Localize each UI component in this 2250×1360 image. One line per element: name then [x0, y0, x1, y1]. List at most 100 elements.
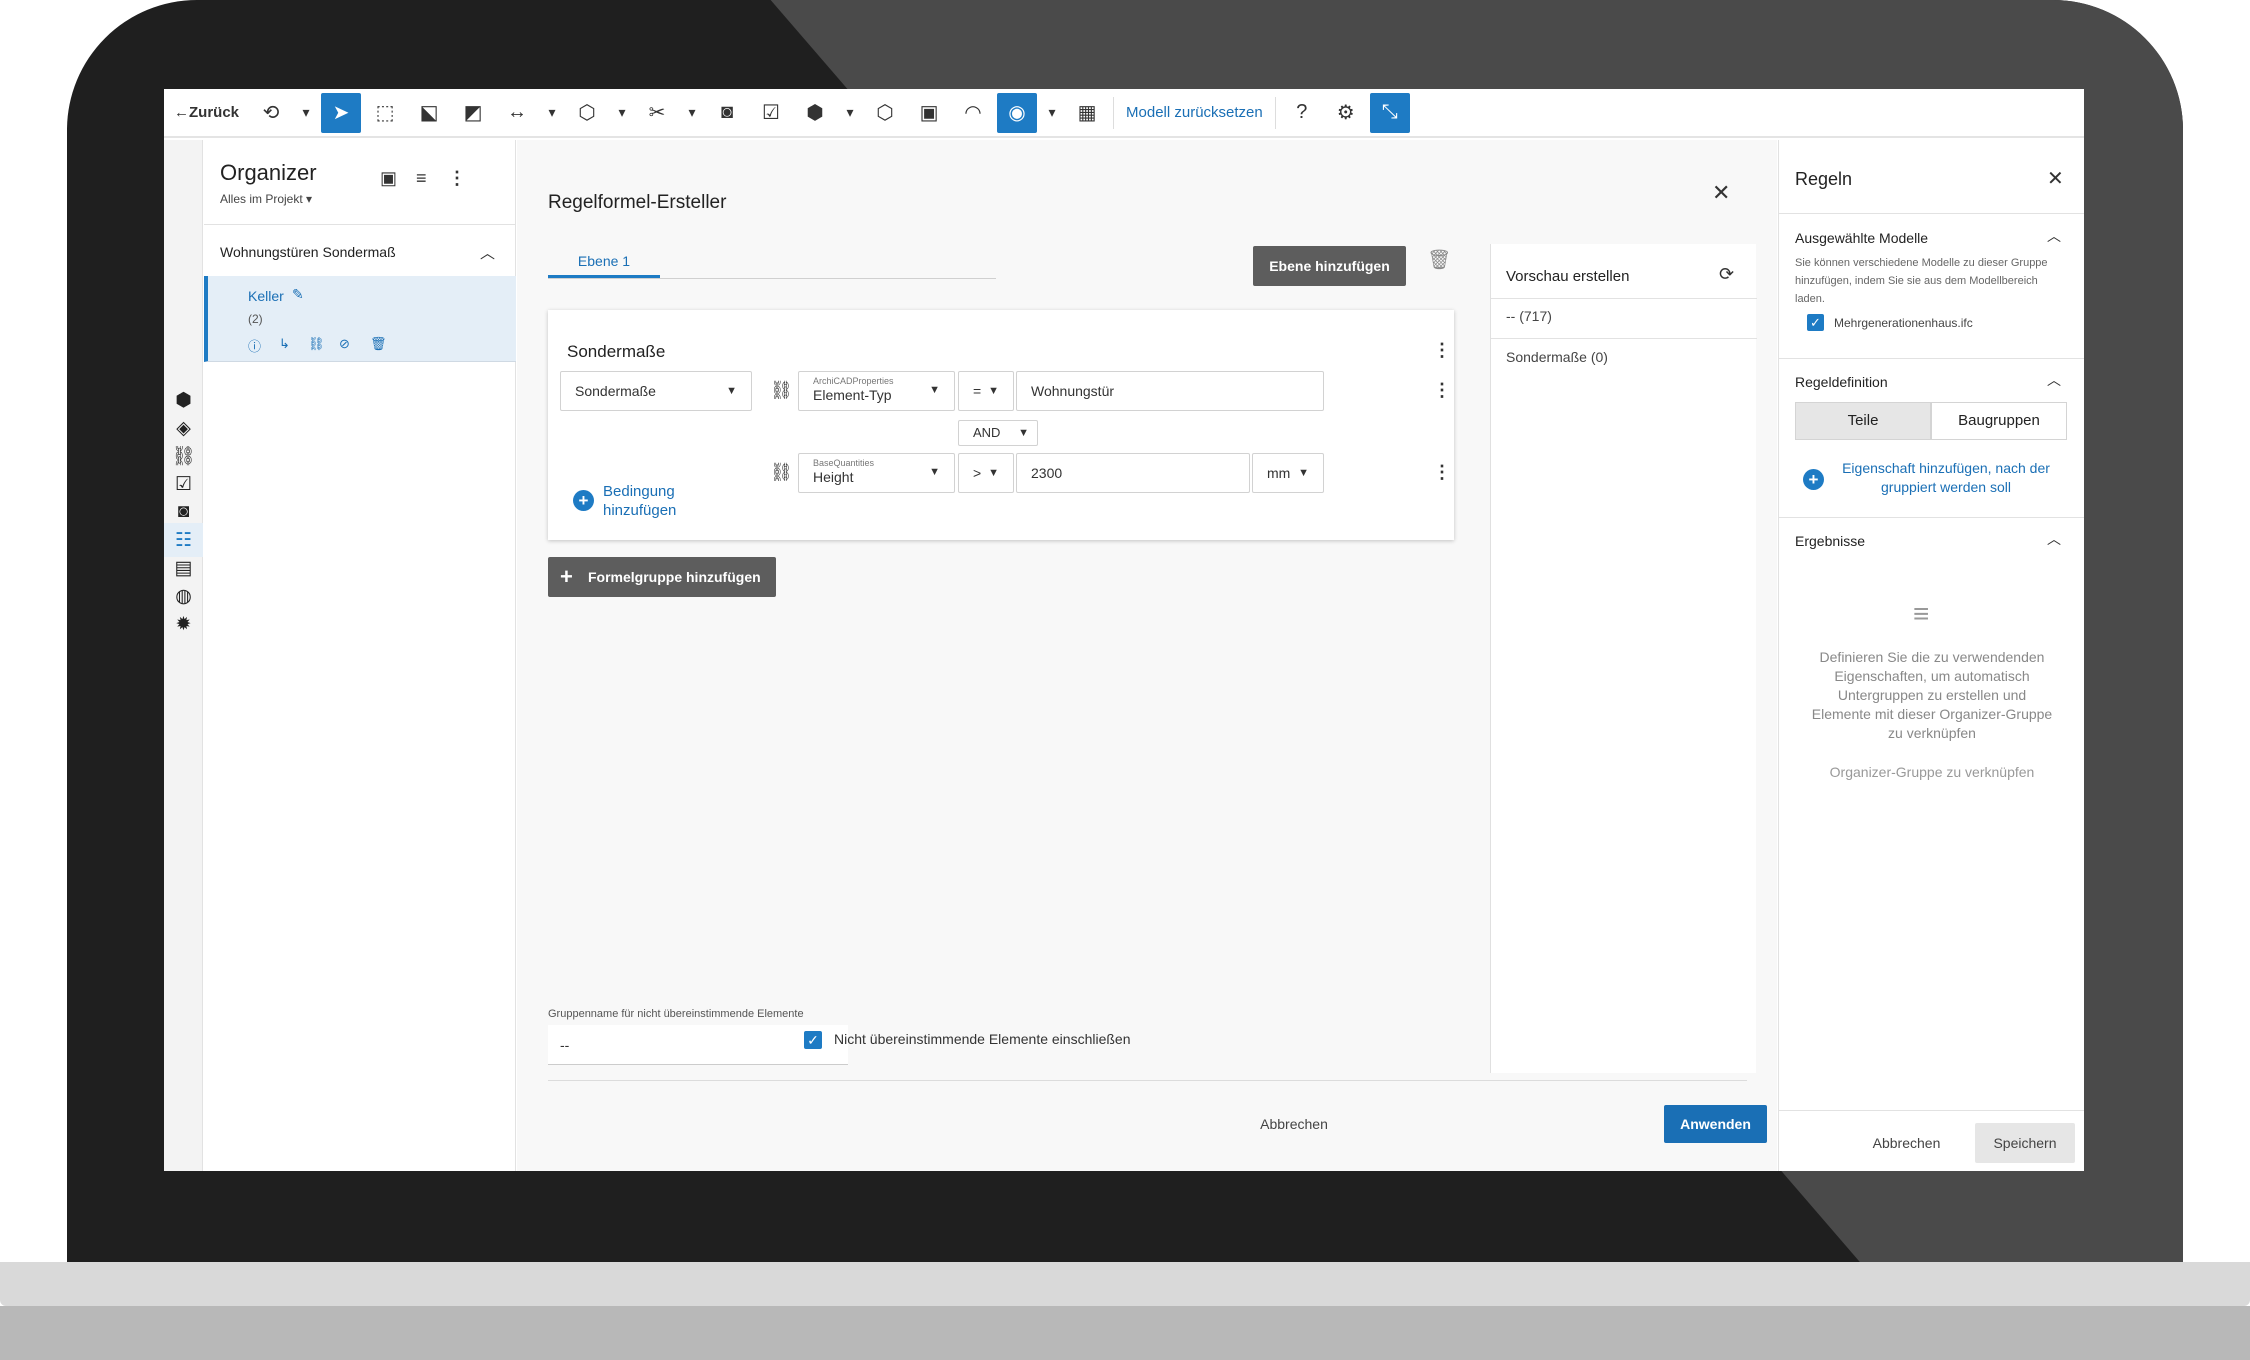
value-input-2[interactable]: 2300 [1016, 453, 1250, 493]
shape-icon[interactable]: ⬡ [567, 93, 607, 133]
unlink-icon[interactable]: ⊘ [339, 336, 350, 352]
results-link-text: Organizer-Gruppe zu verknüpfen [1829, 764, 2035, 780]
chevron-up-icon[interactable]: ︿ [2047, 370, 2061, 390]
ghost-icon[interactable]: ◠ [953, 93, 993, 133]
cube-outline-icon[interactable]: ⬡ [865, 93, 905, 133]
camera-add-icon[interactable]: ◙ [707, 93, 747, 133]
cube-dropdown-icon[interactable]: ▾ [839, 93, 861, 133]
logic-operator-value: AND [973, 425, 1001, 440]
operator-select-1[interactable]: = ▼ [958, 371, 1014, 411]
preview-title: Vorschau erstellen [1506, 268, 1630, 285]
toggle-parts[interactable]: Teile [1795, 402, 1931, 440]
scope-label: Alles im Projekt [220, 192, 303, 206]
close-icon[interactable]: ✕ [2047, 166, 2064, 191]
tab-ebene-1[interactable]: Ebene 1 [548, 244, 660, 278]
box-select-icon[interactable]: ⬚ [365, 93, 405, 133]
scope-dropdown[interactable]: Alles im Projekt ▾ [220, 192, 312, 206]
image-icon[interactable]: ◩ [453, 93, 493, 133]
subdirectory-arrow-icon[interactable]: ↳ [279, 336, 290, 352]
rules-save-button[interactable]: Speichern [1975, 1123, 2075, 1163]
tab-underline [548, 278, 996, 279]
collapse-icon[interactable]: ⤡ [1369, 92, 1410, 133]
models-hint: Sie können verschiedene Modelle zu diese… [1795, 257, 2048, 305]
property-select-2[interactable]: BaseQuantities Height ▼ [798, 453, 955, 493]
toolbar-divider [1274, 96, 1276, 129]
include-nomatch-checkbox[interactable]: ✓ [804, 1031, 822, 1049]
unit-select[interactable]: mm ▼ [1252, 453, 1324, 493]
chevron-up-icon[interactable]: ︿ [480, 242, 495, 263]
link-icon[interactable]: ⛓ [308, 336, 325, 352]
eye-icon[interactable]: ◉ [997, 92, 1038, 133]
add-formula-group-label: Formelgruppe hinzufügen [588, 569, 761, 585]
scissors-dropdown-icon[interactable]: ▾ [681, 93, 703, 133]
link-icon[interactable]: ⛓ [770, 380, 793, 401]
model-file-label: Mehrgenerationenhaus.ifc [1834, 316, 1973, 330]
models-section-title: Ausgewählte Modelle [1795, 230, 1929, 246]
more-vert-icon[interactable]: ⋮ [1433, 462, 1451, 483]
measure-icon[interactable]: ↔ [497, 93, 537, 133]
measure-dropdown-icon[interactable]: ▾ [541, 93, 563, 133]
results-hint: Definieren Sie die zu verwendenden Eigen… [1811, 649, 2053, 741]
new-folder-icon[interactable]: ▣ [380, 168, 397, 189]
item-name: Keller [248, 288, 284, 304]
add-property-link[interactable]: Eigenschaft hinzufügen, nach der gruppie… [1841, 459, 2051, 497]
scissors-icon[interactable]: ✂ [637, 93, 677, 133]
info-icon[interactable]: ⓘ [248, 336, 261, 355]
property-select-1[interactable]: ArchiCADProperties Element-Typ ▼ [798, 371, 955, 411]
preview-row[interactable]: Sondermaße (0) [1506, 349, 1608, 365]
more-vert-icon[interactable]: ⋮ [1433, 380, 1451, 401]
add-property-icon[interactable]: + [1803, 469, 1824, 490]
preview-panel: Vorschau erstellen ⟳ -- (717) Sondermaße… [1490, 244, 1757, 1073]
rules-cancel-button[interactable]: Abbrechen [1849, 1123, 1964, 1163]
preview-row[interactable]: -- (717) [1506, 308, 1552, 324]
back-label: Zurück [189, 104, 240, 121]
eye-dropdown-icon[interactable]: ▾ [1041, 93, 1063, 133]
chevron-up-icon[interactable]: ︿ [2047, 226, 2061, 246]
add-condition-link[interactable]: Bedingung hinzufügen [603, 482, 703, 520]
reset-model-button[interactable]: Modell zurücksetzen [1120, 93, 1269, 133]
close-icon[interactable]: ✕ [1712, 180, 1730, 206]
gear-icon[interactable]: ⚙ [1326, 93, 1366, 133]
rotate-dropdown-icon[interactable]: ▾ [295, 93, 317, 133]
back-button[interactable]: ← Zurück [166, 93, 247, 133]
delete-icon[interactable]: 🗑 [370, 336, 387, 352]
help-icon[interactable]: ? [1282, 93, 1322, 133]
clipboard-check-icon[interactable]: ☑ [751, 93, 791, 133]
link-icon[interactable]: ⛓ [770, 462, 793, 483]
organizer-item[interactable]: Keller ✎ (2) ⓘ ↳ ⛓ ⊘ 🗑 [204, 276, 516, 362]
arrow-left-icon: ← [174, 104, 189, 121]
add-level-button[interactable]: Ebene hinzufügen [1253, 246, 1406, 286]
logic-operator-select[interactable]: AND ▼ [958, 420, 1038, 446]
refresh-icon[interactable]: ⟳ [1719, 264, 1734, 285]
extension-icon[interactable]: ✹ [164, 607, 203, 641]
value-input-1[interactable]: Wohnungstür [1016, 371, 1324, 411]
operator-select-2[interactable]: > ▼ [958, 453, 1014, 493]
select-pointer-icon[interactable]: ➤ [321, 92, 362, 133]
apply-button[interactable]: Anwenden [1664, 1105, 1767, 1143]
grid-icon[interactable]: ▦ [1067, 93, 1107, 133]
chevron-up-icon[interactable]: ︿ [2047, 529, 2061, 549]
add-condition-icon[interactable]: + [573, 490, 594, 511]
edit-pencil-icon[interactable]: ✎ [292, 286, 304, 303]
more-vert-icon[interactable]: ⋮ [1433, 340, 1451, 361]
divider [1779, 213, 2084, 214]
formula-group-card: Sondermaße ⋮ Sondermaße ▼ ⛓ ArchiCADPrope… [548, 310, 1454, 540]
delete-icon[interactable]: 🗑 [1427, 248, 1451, 272]
cube-icon[interactable]: ⬢ [795, 93, 835, 133]
shape-dropdown-icon[interactable]: ▾ [611, 93, 633, 133]
divider [548, 1080, 1747, 1081]
transform-icon[interactable]: ⬕ [409, 93, 449, 133]
layers-view-icon[interactable]: ▣ [909, 93, 949, 133]
group-select-value: Sondermaße [575, 383, 656, 399]
rotate-icon[interactable]: ⟲ [251, 93, 291, 133]
model-checkbox[interactable]: ✓ [1807, 314, 1824, 331]
item-count: (2) [248, 312, 263, 326]
nomatch-group-name-input[interactable]: -- [548, 1025, 848, 1065]
more-vert-icon[interactable]: ⋮ [448, 168, 466, 189]
organizer-group-title[interactable]: Wohnungstüren Sondermaß [220, 244, 396, 260]
add-formula-group-button[interactable]: + Formelgruppe hinzufügen [548, 557, 776, 597]
cancel-button[interactable]: Abbrechen [1239, 1105, 1349, 1143]
group-select[interactable]: Sondermaße ▼ [560, 371, 752, 411]
toggle-assemblies[interactable]: Baugruppen [1931, 402, 2067, 440]
sort-icon[interactable]: ≡ [416, 168, 427, 189]
